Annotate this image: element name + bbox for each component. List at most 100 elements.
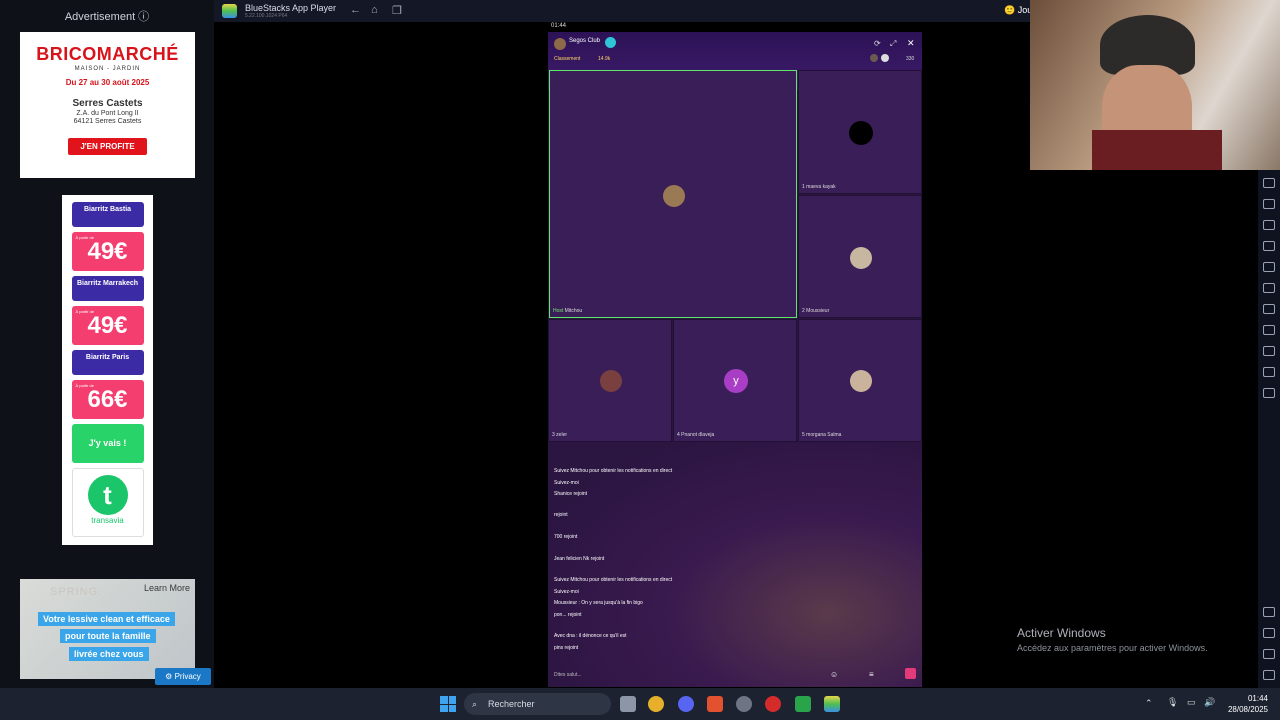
viewer-avatar[interactable]: [881, 54, 889, 62]
microphone-icon[interactable]: 🎙: [1167, 697, 1178, 708]
chat-line: Jean felicien Nk rejoint: [554, 556, 605, 562]
sidebar-tool-icon[interactable]: [1263, 262, 1275, 272]
seat-1[interactable]: 1 maeva kayak: [798, 70, 922, 194]
start-icon-tile: [448, 696, 456, 704]
sidebar-tool-icon[interactable]: [1263, 304, 1275, 314]
sidebar-tool-icon[interactable]: [1263, 346, 1275, 356]
price-value: 66€: [87, 386, 128, 413]
bluestacks-titlebar: [214, 0, 1030, 22]
multi-window-icon[interactable]: ❐: [392, 4, 402, 17]
seat-name: 4 Pnanot dlaveja: [677, 432, 714, 438]
bricomarche-ad[interactable]: BRICOMARCHÉ MAISON - JARDIN Du 27 au 30 …: [20, 32, 195, 178]
viewer-avatar[interactable]: [870, 54, 878, 62]
seat-name: 1 maeva kayak: [802, 184, 836, 190]
ranking-label[interactable]: Classement: [554, 56, 580, 62]
taskbar-clock[interactable]: 01:44 28/08/2025: [1226, 693, 1268, 715]
obs-icon[interactable]: [736, 696, 752, 712]
back-icon[interactable]: ←: [350, 4, 361, 16]
main-seat[interactable]: Host Mitchou: [549, 70, 797, 318]
transavia-price: À partir de 66€: [71, 380, 144, 419]
avatar: y: [724, 369, 748, 393]
bricomarche-address2: 64121 Serres Castets: [73, 118, 142, 125]
status-time: 01:44: [551, 23, 567, 29]
seat-2[interactable]: 2 Moussieur: [798, 195, 922, 318]
seat-name: Host Mitchou: [553, 308, 582, 314]
learn-more-link[interactable]: Learn More: [144, 583, 190, 593]
shirt: [1092, 130, 1222, 170]
recents-icon[interactable]: [1263, 670, 1275, 680]
seat-index: 4: [677, 432, 680, 438]
bluestacks-version: 5.22.100.1024 P64: [245, 13, 288, 19]
transavia-ad[interactable]: Biarritz Bastia À partir de 49€ Biarritz …: [62, 195, 153, 545]
sidebar-tool-icon[interactable]: [1263, 241, 1275, 251]
minimize-icon[interactable]: ⤢: [890, 39, 896, 49]
seat-name-text: zeler: [556, 432, 568, 438]
start-icon-tile: [440, 704, 448, 712]
home-icon[interactable]: [1263, 649, 1275, 659]
privacy-button[interactable]: ⚙ Privacy: [155, 668, 211, 685]
games-button[interactable]: 🙂 Jou: [1004, 5, 1032, 16]
sidebar-tool-icon[interactable]: [1263, 178, 1275, 188]
network-icon[interactable]: ▭: [1187, 697, 1196, 708]
sidebar-tool-icon[interactable]: [1263, 220, 1275, 230]
room-avatar[interactable]: [554, 38, 566, 50]
transavia-logo: t transavia: [71, 468, 144, 537]
chat-line: Shanice rejoint: [554, 491, 588, 497]
file-explorer-icon[interactable]: [620, 696, 636, 712]
settings-icon[interactable]: [1263, 607, 1275, 617]
spring-line: pour toute la famille: [60, 629, 156, 643]
bluestacks-sidebar: [1258, 170, 1280, 688]
seat-3[interactable]: 3 zeler: [548, 319, 672, 442]
sidebar-tool-icon[interactable]: [1263, 325, 1275, 335]
menu-icon[interactable]: ≡: [869, 670, 874, 679]
price-prefix: À partir de: [75, 309, 94, 314]
chat-line: 700 rejoint: [554, 534, 578, 540]
transavia-brand: transavia: [91, 516, 124, 525]
spring-ad[interactable]: SPRING. Learn More Votre lessive clean e…: [20, 579, 195, 679]
privacy-label: Privacy: [174, 672, 201, 681]
bluestacks-taskbar-icon[interactable]: [824, 696, 840, 712]
home-icon[interactable]: ⌂: [371, 4, 378, 16]
chat-line: Avec dna : il dénonce ce qu'il est: [554, 633, 627, 639]
seat-index: 1: [802, 184, 805, 190]
taskbar: [0, 688, 1280, 720]
sidebar-tool-icon[interactable]: [1263, 199, 1275, 209]
price-prefix: À partir de: [75, 383, 94, 388]
chat-line: rejoint: [554, 512, 568, 518]
seat-5[interactable]: 5 morgana Salma: [798, 319, 922, 442]
room-name: Segos Club: [569, 38, 601, 44]
bricomarche-cta-button[interactable]: J'EN PROFITE: [68, 138, 147, 155]
avatar: [663, 185, 685, 207]
gift-icon[interactable]: [905, 668, 916, 679]
taskbar-search[interactable]: ⌕ Rechercher: [464, 693, 611, 715]
price-value: 49€: [87, 238, 128, 265]
share-icon[interactable]: ⟳: [874, 39, 881, 48]
volume-icon[interactable]: 🔊: [1204, 697, 1215, 708]
transavia-logo-letter: t: [87, 475, 128, 515]
activate-windows-title: Activer Windows: [1017, 626, 1106, 640]
bricomarche-logo: BRICOMARCHÉ: [36, 44, 179, 64]
activate-windows-subtitle: Accédez aux paramètres pour activer Wind…: [1017, 643, 1208, 653]
sidebar-tool-icon[interactable]: [1263, 367, 1275, 377]
sidebar-tool-icon[interactable]: [1263, 283, 1275, 293]
transavia-price: À partir de 49€: [71, 232, 144, 271]
sidebar-tool-icon[interactable]: [1263, 388, 1275, 398]
transavia-cta-button[interactable]: J'y vais !: [71, 424, 144, 463]
emoji-icon[interactable]: ☺: [830, 670, 838, 679]
start-button[interactable]: [440, 696, 456, 712]
seat-4[interactable]: y 4 Pnanot dlaveja: [673, 319, 797, 442]
chrome-icon[interactable]: [648, 696, 664, 712]
viewer-count[interactable]: 330: [906, 56, 914, 62]
app-icon[interactable]: [795, 696, 811, 712]
discord-icon[interactable]: [678, 696, 694, 712]
close-icon[interactable]: ✕: [907, 38, 915, 49]
chat-input[interactable]: Dites salut...: [554, 672, 582, 678]
chat-line: Suivez-moi: [554, 480, 579, 486]
chat-line: pon... rejoint: [554, 612, 582, 618]
brave-icon[interactable]: [707, 696, 723, 712]
avatar: [849, 121, 873, 145]
tray-chevron-icon[interactable]: ⌃: [1145, 698, 1153, 709]
follow-icon[interactable]: [605, 37, 616, 48]
back-icon[interactable]: [1263, 628, 1275, 638]
youtube-icon[interactable]: [765, 696, 781, 712]
